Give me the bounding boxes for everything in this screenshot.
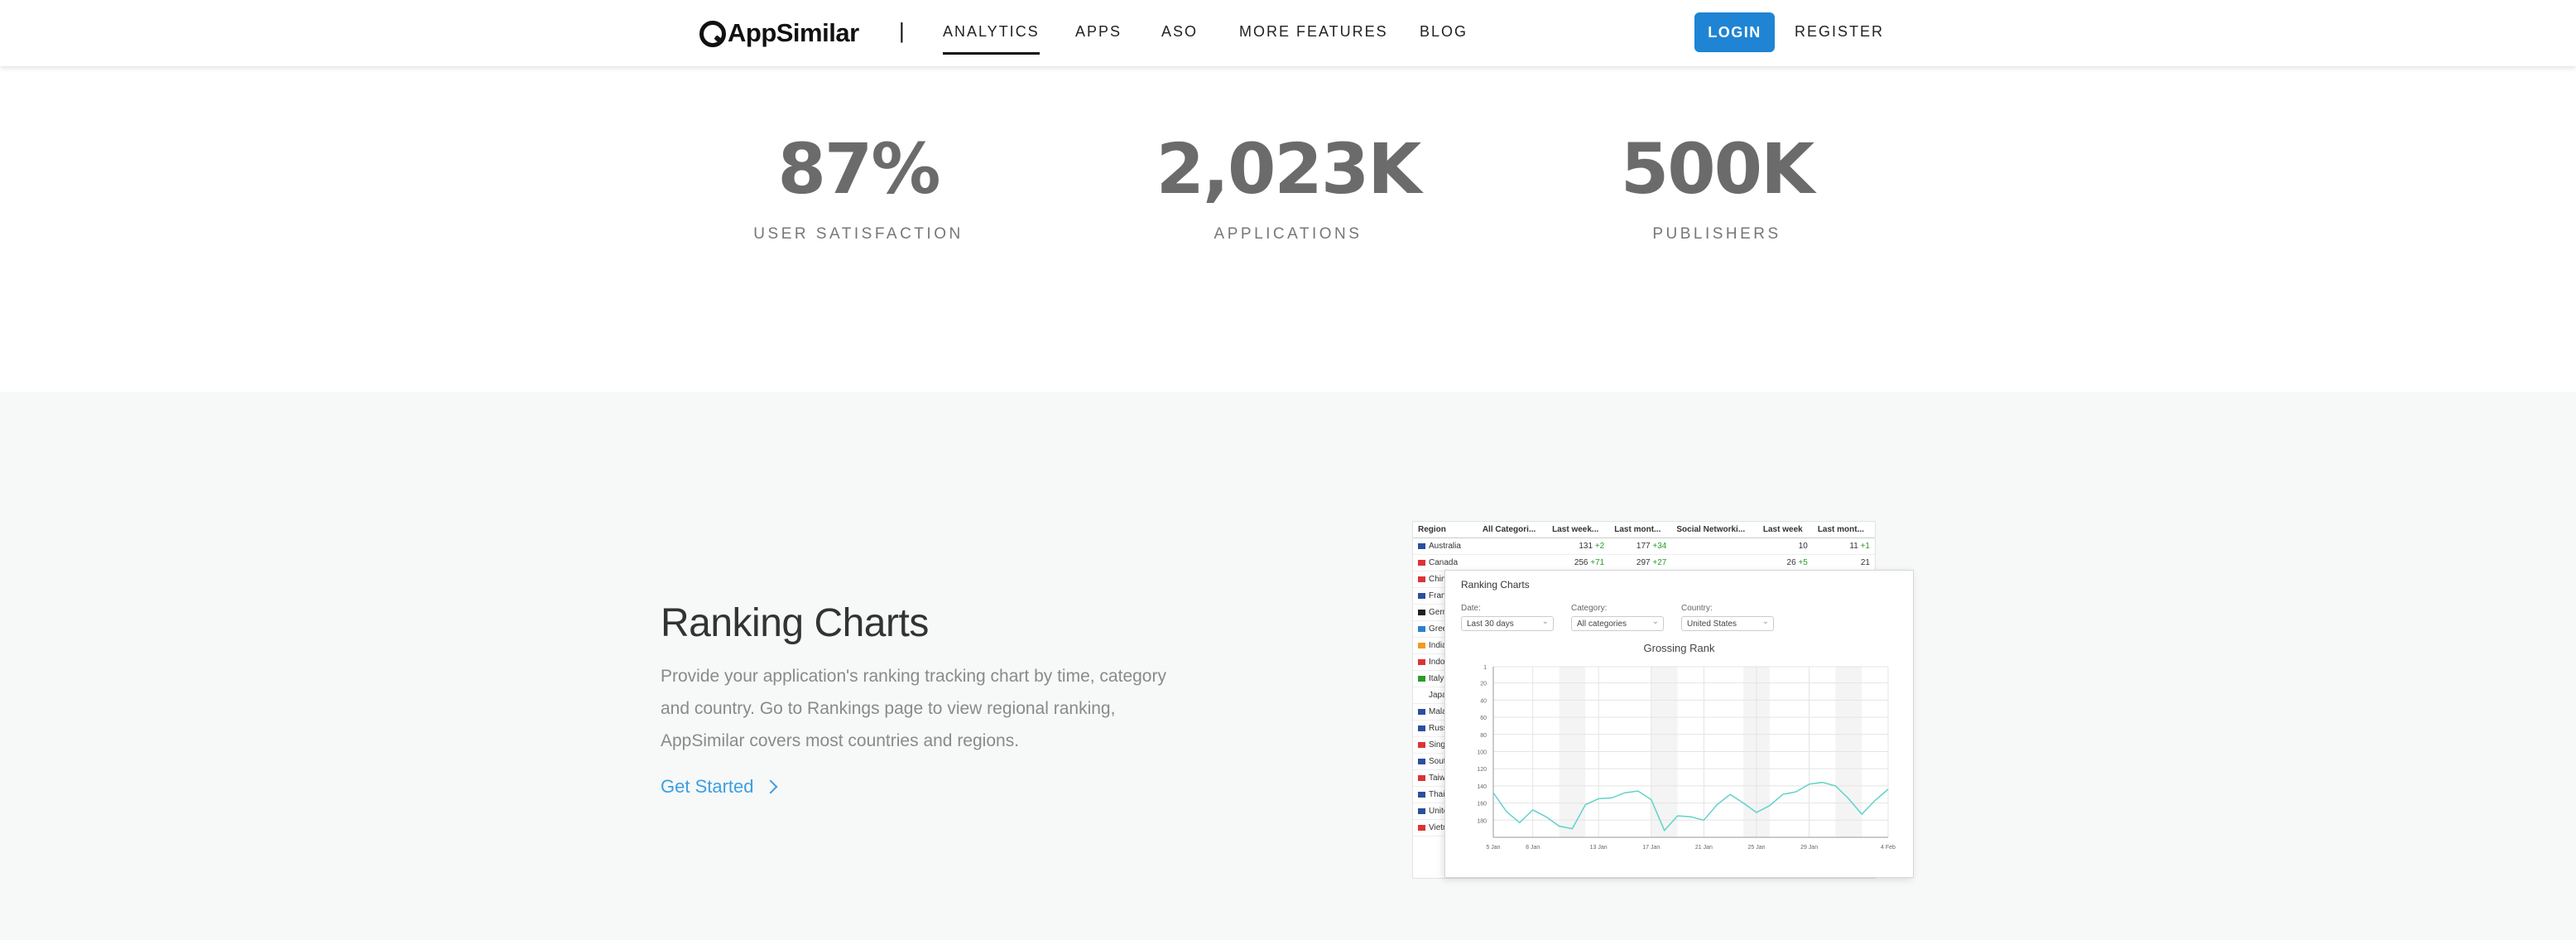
table-cell: 26 +5 xyxy=(1757,554,1813,571)
date-select[interactable]: Last 30 days xyxy=(1461,615,1554,631)
flag-icon xyxy=(1418,658,1425,665)
y-tick-label: 120 xyxy=(1477,767,1487,773)
y-tick-label: 60 xyxy=(1480,716,1487,721)
nav-item-aso[interactable]: ASO xyxy=(1161,23,1198,41)
feature-section xyxy=(0,392,2576,940)
category-select[interactable]: All categories xyxy=(1571,615,1664,631)
nav-separator: | xyxy=(899,18,905,43)
table-row: Canada 256 +71 297 +27 26 +5 21 xyxy=(1413,554,1875,571)
x-tick-label: 29 Jan xyxy=(1800,845,1818,851)
logo-text: AppSimilar xyxy=(728,18,859,47)
nav-item-more-features[interactable]: MORE FEATURES xyxy=(1239,23,1388,41)
x-tick-label: 13 Jan xyxy=(1590,845,1608,851)
stat-applications-label: APPLICATIONS xyxy=(1214,225,1362,243)
table-header-cell: Last week xyxy=(1757,522,1813,538)
login-button[interactable]: LOGIN xyxy=(1694,12,1775,52)
table-cell: Australia xyxy=(1413,537,1478,555)
flag-icon xyxy=(1418,725,1425,731)
table-header-cell: All Categori... xyxy=(1477,522,1548,538)
nav-item-apps[interactable]: APPS xyxy=(1075,23,1122,41)
y-tick-label: 140 xyxy=(1477,784,1487,790)
flag-icon xyxy=(1418,675,1425,682)
panel-title: Ranking Charts xyxy=(1461,579,1530,591)
y-tick-label: 80 xyxy=(1480,733,1487,739)
flag-icon xyxy=(1418,642,1425,648)
feature-title: Ranking Charts xyxy=(661,601,929,645)
table-cell: 131 +2 xyxy=(1547,537,1610,555)
y-tick-label: 20 xyxy=(1480,682,1487,687)
flag-icon xyxy=(1418,559,1425,566)
y-tick-label: 180 xyxy=(1477,818,1487,824)
top-navbar: AppSimilar | ANALYTICS APPS ASO MORE FEA… xyxy=(0,0,2576,66)
table-cell: 297 +27 xyxy=(1609,554,1672,571)
x-tick-label: 8 Jan xyxy=(1526,845,1540,851)
x-tick-label: 5 Jan xyxy=(1486,845,1500,851)
stat-applications-value: 2,023K xyxy=(1156,128,1422,210)
flag-icon xyxy=(1418,807,1425,814)
x-tick-label: 21 Jan xyxy=(1695,845,1713,851)
series-line xyxy=(1492,781,1889,832)
flag-icon xyxy=(1418,758,1425,764)
flag-icon xyxy=(1418,576,1425,582)
country-label: Country: xyxy=(1681,604,1713,613)
flag-icon xyxy=(1418,774,1425,781)
chevron-right-icon xyxy=(763,779,778,794)
table-cell xyxy=(1477,554,1548,571)
flag-icon xyxy=(1418,625,1425,632)
table-cell: 10 xyxy=(1757,537,1813,555)
flag-icon xyxy=(1418,592,1425,599)
table-cell xyxy=(1477,537,1548,555)
table-cell: 177 +34 xyxy=(1609,537,1672,555)
table-header-cell: Social Networki... xyxy=(1671,522,1758,538)
flag-icon xyxy=(1418,708,1425,715)
nav-item-analytics[interactable]: ANALYTICS xyxy=(943,23,1040,55)
table-cell xyxy=(1671,554,1758,571)
date-label: Date: xyxy=(1461,604,1481,613)
table-header-cell: Region xyxy=(1413,522,1478,538)
nav-item-blog[interactable]: BLOG xyxy=(1420,23,1468,41)
table-cell: 256 +71 xyxy=(1547,554,1610,571)
logo-icon xyxy=(699,21,726,47)
table-header-cell: Last mont... xyxy=(1609,522,1672,538)
table-cell xyxy=(1671,537,1758,555)
category-label: Category: xyxy=(1571,604,1608,613)
table-cell: 11 +1 xyxy=(1812,537,1875,555)
x-tick-label: 25 Jan xyxy=(1747,845,1765,851)
get-started-label: Get Started xyxy=(661,776,754,797)
y-tick-label: 100 xyxy=(1477,750,1487,755)
country-select[interactable]: United States xyxy=(1681,615,1774,631)
table-header-cell: Last mont... xyxy=(1812,522,1875,538)
flag-icon xyxy=(1418,692,1425,698)
y-tick-label: 40 xyxy=(1480,698,1487,704)
flag-icon xyxy=(1418,824,1425,831)
chart-band xyxy=(1651,667,1678,837)
stat-satisfaction-value: 87% xyxy=(777,128,940,210)
stat-satisfaction-label: USER SATISFACTION xyxy=(753,225,964,243)
y-tick-label: 160 xyxy=(1477,802,1487,807)
flag-icon xyxy=(1418,741,1425,748)
get-started-link[interactable]: Get Started xyxy=(661,776,778,798)
table-header-row: Region All Categori... Last week... Last mo… xyxy=(1413,522,1875,538)
feature-description: Provide your application's ranking track… xyxy=(661,667,1166,750)
appsimilar-logo[interactable]: AppSimilar xyxy=(699,17,859,50)
y-tick-label: 1 xyxy=(1483,665,1487,671)
table-row: Australia 131 +2 177 +34 10 11 +1 xyxy=(1413,537,1875,555)
ranking-chart-preview: Ranking Charts Date: Last 30 days Catego… xyxy=(1444,570,1914,878)
stat-publishers-label: PUBLISHERS xyxy=(1652,225,1781,243)
x-tick-label: 4 Feb xyxy=(1881,845,1896,851)
grossing-rank-chart: 1204060801001201401601805 Jan 8 Jan 13 Jan… xyxy=(1477,665,1896,851)
flag-icon xyxy=(1418,542,1425,549)
chart-band xyxy=(1835,667,1862,837)
stat-publishers-value: 500K xyxy=(1620,128,1814,210)
register-link[interactable]: REGISTER xyxy=(1795,23,1884,41)
table-cell: 21 xyxy=(1812,554,1875,571)
flag-icon xyxy=(1418,791,1425,798)
flag-icon xyxy=(1418,609,1425,615)
table-header-cell: Last week... xyxy=(1547,522,1610,538)
x-tick-label: 17 Jan xyxy=(1642,845,1660,851)
chart-title: Grossing Rank xyxy=(1643,642,1715,654)
table-cell: Canada xyxy=(1413,554,1478,571)
